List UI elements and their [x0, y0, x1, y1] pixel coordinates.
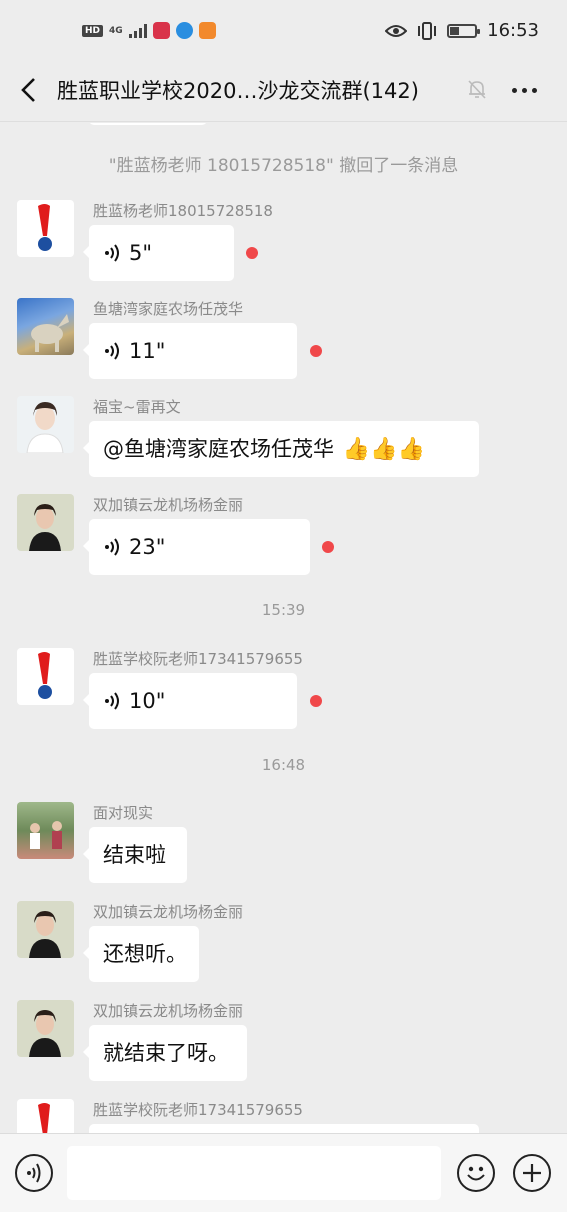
voice-bubble[interactable]: 23": [83, 519, 310, 575]
emoji-icon[interactable]: [457, 1154, 495, 1192]
message-input[interactable]: [67, 1146, 441, 1200]
sender-name: 双加镇云龙机场杨金丽: [93, 1002, 244, 1020]
girl-avatar-icon: [29, 1010, 61, 1057]
sender-name: 胜蓝杨老师18015728518: [93, 202, 273, 220]
voice-bubble[interactable]: 10": [83, 673, 297, 729]
avatar[interactable]: [17, 1099, 74, 1133]
sender-name: 面对现实: [93, 804, 154, 822]
avatar[interactable]: [17, 1000, 74, 1057]
unread-dot: [310, 345, 322, 357]
text-bubble[interactable]: 还想听。: [83, 926, 199, 982]
message-text: 还想听。: [103, 942, 187, 966]
voice-duration: 23": [129, 535, 166, 559]
timestamp: 15:39: [261, 601, 306, 619]
plus-sign-icon: [523, 1164, 541, 1182]
voice-duration: 5": [129, 241, 153, 265]
smiley-icon: [467, 1166, 485, 1181]
message-text: 结束啦: [103, 843, 166, 867]
voice-duration: 10": [129, 689, 166, 713]
partial-bubble: [89, 123, 207, 125]
sender-name: 胜蓝学校阮老师17341579655: [93, 1101, 303, 1119]
outdoor-avatar-icon: [30, 821, 62, 849]
sender-name: 双加镇云龙机场杨金丽: [93, 903, 244, 921]
battery-icon: [447, 23, 481, 38]
voice-icon: [105, 538, 119, 556]
voice-bubble[interactable]: 11": [83, 323, 297, 379]
text-bubble[interactable]: 结束啦: [83, 827, 187, 883]
status-bar: HD 4G 16:53: [0, 0, 567, 62]
chat-area[interactable]: "胜蓝杨老师 18015728518" 撤回了一条消息 胜蓝杨老师1801572…: [0, 123, 567, 1133]
back-icon[interactable]: [18, 76, 42, 104]
text-bubble[interactable]: @鱼塘湾家庭农场任茂华 👍👍👍: [83, 421, 479, 477]
message-text: @鱼塘湾家庭农场任茂华: [103, 437, 334, 461]
unread-dot: [310, 695, 322, 707]
voice-icon: [105, 692, 119, 710]
unread-dot: [322, 541, 334, 553]
thumbs-up-icon: 👍👍👍: [342, 437, 425, 462]
mute-icon: [468, 80, 486, 99]
voice-wave-icon: [27, 1163, 41, 1183]
avatar[interactable]: [17, 298, 74, 355]
avatar[interactable]: [17, 802, 74, 859]
sender-name: 鱼塘湾家庭农场任茂华: [93, 300, 244, 318]
app-video-icon: [198, 22, 216, 39]
sender-name: 福宝~雷再文: [93, 398, 181, 416]
signal-icon: [128, 23, 147, 38]
text-bubble[interactable]: [89, 1124, 479, 1133]
app-calendar-icon: [152, 22, 170, 39]
avatar[interactable]: [17, 901, 74, 958]
voice-icon: [105, 342, 119, 360]
exclamation-avatar-icon: [38, 1103, 50, 1133]
sender-name: 双加镇云龙机场杨金丽: [93, 496, 244, 514]
horse-avatar-icon: [31, 314, 69, 352]
chat-title: 胜蓝职业学校2020…沙龙交流群(142): [57, 79, 419, 103]
clock: 16:53: [487, 20, 539, 41]
exclamation-avatar-icon: [38, 204, 52, 251]
more-icon[interactable]: [512, 88, 537, 93]
timestamp: 16:48: [261, 756, 306, 774]
recall-notice: "胜蓝杨老师 18015728518" 撤回了一条消息: [108, 156, 459, 176]
voice-input-icon[interactable]: [15, 1154, 53, 1192]
unread-dot: [246, 247, 258, 259]
avatar[interactable]: [17, 396, 74, 453]
avatar[interactable]: [17, 648, 74, 705]
eye-icon: [385, 24, 408, 37]
voice-duration: 11": [129, 339, 166, 363]
sender-name: 胜蓝学校阮老师17341579655: [93, 650, 303, 668]
avatar[interactable]: [17, 494, 74, 551]
text-bubble[interactable]: 就结束了呀。: [83, 1025, 247, 1081]
vibrate-icon: [418, 21, 437, 40]
message-text: 就结束了呀。: [103, 1041, 229, 1065]
hd-badge: HD: [82, 24, 104, 37]
avatar[interactable]: [17, 200, 74, 257]
status-left: HD 4G: [82, 22, 216, 39]
girl-avatar-icon: [29, 911, 61, 958]
plus-icon[interactable]: [513, 1154, 551, 1192]
voice-bubble[interactable]: 5": [83, 225, 234, 281]
woman-avatar-icon: [26, 402, 64, 453]
network-label: 4G: [109, 25, 123, 36]
status-right: 16:53: [385, 20, 539, 41]
girl-avatar-icon: [29, 504, 61, 551]
input-bar: [0, 1133, 567, 1212]
chat-header: 胜蓝职业学校2020…沙龙交流群(142): [0, 62, 567, 122]
voice-icon: [105, 244, 119, 262]
exclamation-avatar-icon: [38, 652, 52, 699]
app-browser-icon: [175, 22, 193, 39]
